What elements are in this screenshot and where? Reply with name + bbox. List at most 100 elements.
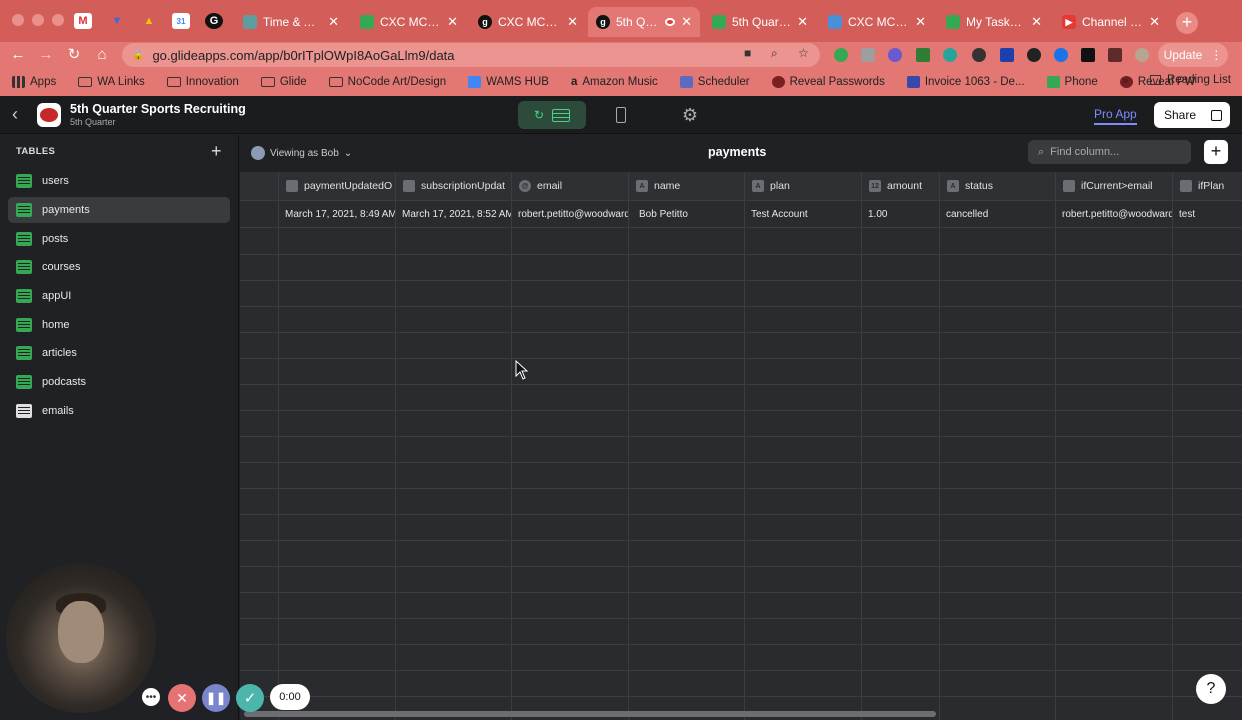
table-cell[interactable]: robert.petitto@woodward xyxy=(1056,200,1172,228)
table-cell[interactable]: March 17, 2021, 8:49 AM xyxy=(279,200,395,228)
back-arrow-icon[interactable]: ← xyxy=(8,45,28,65)
tab-close-icon[interactable]: ✕ xyxy=(915,14,926,30)
vpn-pinned-tab[interactable]: ▼ xyxy=(108,13,126,29)
browser-tab[interactable]: Time & Addr ✕ xyxy=(235,7,347,37)
camera-icon[interactable]: ■ xyxy=(744,46,751,60)
tab-close-icon[interactable]: ✕ xyxy=(797,14,808,30)
bookmark-link[interactable]: a Amazon Music xyxy=(571,76,658,88)
extension-icon[interactable] xyxy=(916,48,930,62)
sidebar-item-emails[interactable]: emails xyxy=(8,398,230,424)
extension-icon[interactable] xyxy=(943,48,957,62)
table-cell[interactable]: March 17, 2021, 8:52 AM xyxy=(396,200,511,228)
browser-tab[interactable]: My Tasks - E ✕ xyxy=(938,7,1050,37)
tab-close-icon[interactable]: ✕ xyxy=(1149,14,1160,30)
url-omnibox[interactable]: 🔒 go.glideapps.com/app/b0rITplOWpI8AoGaL… xyxy=(122,43,820,67)
forward-arrow-icon[interactable]: → xyxy=(36,45,56,65)
tab-close-icon[interactable]: ✕ xyxy=(567,14,578,30)
reading-list-button[interactable]: Reading List xyxy=(1150,74,1231,86)
reload-icon[interactable]: ↻ xyxy=(64,45,84,65)
profile-avatar[interactable] xyxy=(1135,48,1149,62)
add-table-icon[interactable]: + xyxy=(211,141,222,162)
sidebar-item-courses[interactable]: courses xyxy=(8,254,230,280)
window-close-dot[interactable] xyxy=(12,14,24,26)
window-minimize-dot[interactable] xyxy=(32,14,44,26)
moon-icon[interactable] xyxy=(1027,48,1041,62)
table-cell[interactable]: test xyxy=(1173,200,1242,228)
drive-pinned-tab[interactable]: ▲ xyxy=(140,13,158,29)
find-column-input[interactable]: ⌕ Find column... xyxy=(1028,140,1191,164)
extension-icon[interactable] xyxy=(888,48,902,62)
browser-tab[interactable]: 5th Quarter ✕ xyxy=(704,7,816,37)
tab-close-icon[interactable]: ✕ xyxy=(447,14,458,30)
puzzle-icon[interactable] xyxy=(1108,48,1122,62)
bookmark-folder[interactable]: Innovation xyxy=(166,76,239,88)
zoom-icon[interactable]: ⌕ xyxy=(771,46,778,61)
bookmark-link[interactable]: Invoice 1063 - De... xyxy=(906,76,1025,88)
sidebar-item-appui[interactable]: appUI xyxy=(8,283,230,309)
recorder-cancel-icon[interactable]: ✕ xyxy=(168,684,196,712)
sidebar-item-articles[interactable]: articles xyxy=(8,340,230,366)
more-bookmarks-icon[interactable]: » xyxy=(1122,73,1129,87)
gmail-pinned-tab[interactable]: M xyxy=(74,13,92,29)
notion-icon[interactable] xyxy=(1081,48,1095,62)
bookmark-link[interactable]: Scheduler xyxy=(679,76,750,88)
glide-pinned-tab[interactable]: G xyxy=(205,13,223,29)
bookmark-apps[interactable]: Apps xyxy=(12,76,56,88)
column-header[interactable]: Astatus xyxy=(940,172,1055,200)
browser-tab[interactable]: g CXC MCQ & ✕ xyxy=(470,7,586,37)
sidebar-item-payments[interactable]: payments xyxy=(8,197,230,223)
bookmark-folder[interactable]: WA Links xyxy=(78,76,145,88)
column-header[interactable]: ifCurrent>email xyxy=(1056,172,1172,200)
extension-icon[interactable] xyxy=(834,48,848,62)
table-cell[interactable]: robert.petitto@woodward xyxy=(512,200,628,228)
extension-icon[interactable] xyxy=(972,48,986,62)
bookmark-link[interactable]: Reveal Passwords xyxy=(771,76,885,88)
horizontal-scrollbar[interactable] xyxy=(244,711,936,717)
browser-tab[interactable]: ▶ Channel con ✕ xyxy=(1054,7,1168,37)
help-button[interactable]: ? xyxy=(1196,674,1226,704)
viewing-as-dropdown[interactable]: Viewing as Bob ⌄ xyxy=(251,146,352,160)
browser-tab[interactable]: CXC MCQ & ✕ xyxy=(820,7,934,37)
update-button[interactable]: Update ⋮ xyxy=(1158,43,1228,67)
bookmark-star-icon[interactable]: ☆ xyxy=(798,46,809,60)
layout-phone-button[interactable] xyxy=(608,101,634,129)
table-cell[interactable]: cancelled xyxy=(940,200,1055,228)
new-tab-button[interactable]: + xyxy=(1176,12,1198,34)
bookmark-link[interactable]: Phone xyxy=(1046,76,1098,88)
add-column-button[interactable]: + xyxy=(1204,140,1228,164)
tab-close-icon[interactable]: ✕ xyxy=(681,14,692,30)
recorder-finish-icon[interactable]: ✓ xyxy=(236,684,264,712)
column-header[interactable]: paymentUpdatedO xyxy=(279,172,395,200)
recorder-more-icon[interactable]: ••• xyxy=(142,688,160,706)
column-header[interactable]: @ email xyxy=(512,172,628,200)
tab-close-icon[interactable]: ✕ xyxy=(1031,14,1042,30)
window-zoom-dot[interactable] xyxy=(52,14,64,26)
table-cell[interactable]: Bob Petitto xyxy=(629,200,744,228)
data-editor-button[interactable]: ↻ xyxy=(518,101,586,129)
table-cell[interactable]: Test Account xyxy=(745,200,861,228)
browser-tab-active[interactable]: g 5th Quar ✕ xyxy=(588,7,700,37)
extension-icon[interactable] xyxy=(1000,48,1014,62)
column-header[interactable]: Aplan xyxy=(745,172,861,200)
column-header[interactable]: subscriptionUpdat xyxy=(396,172,511,200)
share-button[interactable]: Share xyxy=(1154,102,1230,128)
column-header[interactable]: ifPlan xyxy=(1173,172,1242,200)
extension-icon[interactable] xyxy=(1054,48,1068,62)
settings-button[interactable]: ⚙ xyxy=(676,101,704,129)
sidebar-item-home[interactable]: home xyxy=(8,312,230,338)
column-header[interactable]: 12 amount xyxy=(862,172,939,200)
calendar-pinned-tab[interactable]: 31 xyxy=(172,13,190,29)
extension-icon[interactable] xyxy=(861,48,875,62)
home-icon[interactable]: ⌂ xyxy=(92,45,112,65)
pro-app-link[interactable]: Pro App xyxy=(1094,107,1137,125)
back-chevron-icon[interactable]: ‹ xyxy=(12,104,18,125)
sidebar-item-podcasts[interactable]: podcasts xyxy=(8,369,230,395)
bookmark-folder[interactable]: Glide xyxy=(260,76,307,88)
column-header[interactable]: Aname xyxy=(629,172,744,200)
tab-close-icon[interactable]: ✕ xyxy=(328,14,339,30)
bookmark-folder[interactable]: NoCode Art/Design xyxy=(328,76,446,88)
recorder-pause-icon[interactable]: ❚❚ xyxy=(202,684,230,712)
table-cell[interactable]: 1.00 xyxy=(862,200,939,228)
browser-tab[interactable]: CXC MCQ & ✕ xyxy=(352,7,466,37)
sidebar-item-users[interactable]: users xyxy=(8,168,230,194)
